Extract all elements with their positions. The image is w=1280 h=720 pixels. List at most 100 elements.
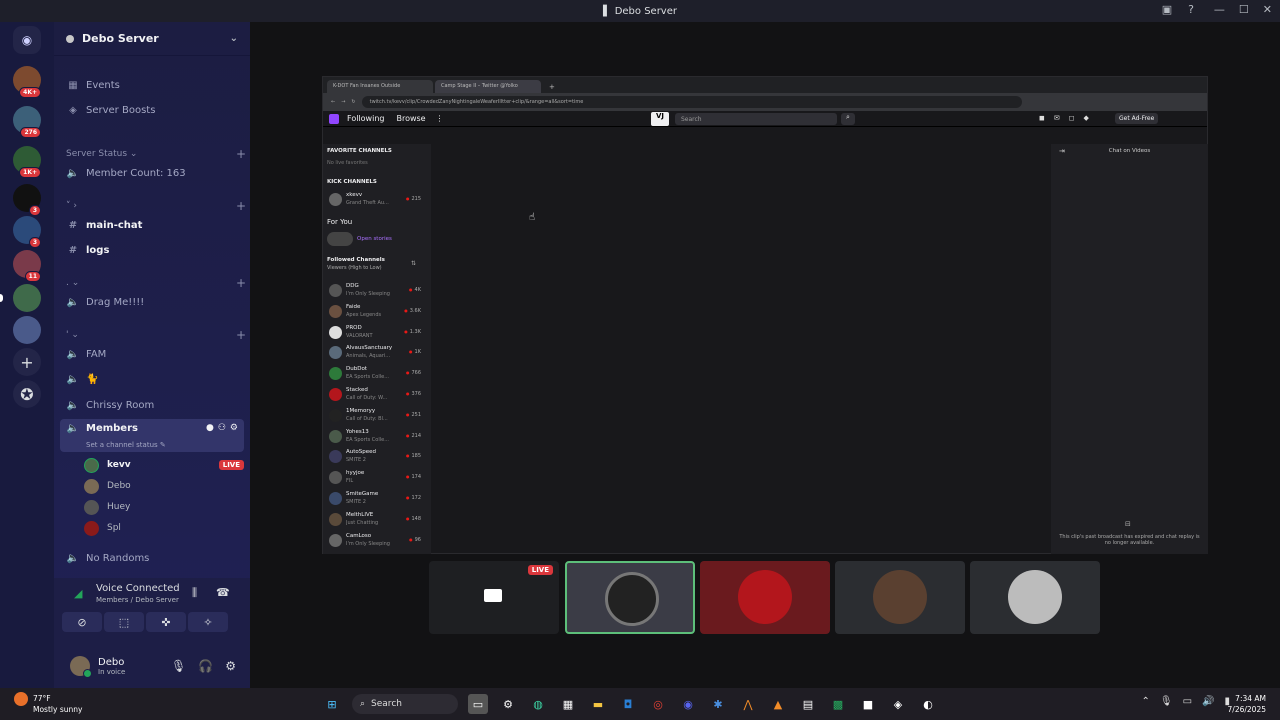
inbox-icon[interactable]: ✉ [1054,114,1060,122]
maximize-button[interactable]: ☐ [1239,3,1249,16]
server-icon-3[interactable]: 1K+ [13,146,41,178]
extension-icon[interactable]: VJ [651,112,669,126]
url-bar[interactable]: twitch.tv/kevv/clip/CrowdedZanyNightinga… [361,96,1022,108]
more-icon[interactable]: ⋮ [436,114,444,123]
followed-channel-item[interactable]: StackedCall of Duty: W...376 [327,385,425,405]
add-channel-icon[interactable]: + [236,147,246,161]
category-text[interactable]: ˅ › + [66,199,246,213]
whisper-icon[interactable]: ◻ [1069,114,1075,122]
mic-tray-icon[interactable]: 🎙 [1160,696,1173,707]
volume-icon[interactable]: 🔊 [1202,696,1214,707]
server-icon-4[interactable]: 3 [13,184,41,216]
taskbar-search[interactable]: ⌕ Search [352,694,458,714]
add-member-icon[interactable]: ⚇ [218,423,226,433]
nav-following[interactable]: Following [347,114,384,123]
server-icon-2[interactable]: 276 [13,106,41,138]
new-tab-icon[interactable]: + [543,81,561,93]
events-item[interactable]: ▦ Events [60,74,244,96]
get-ad-free-button[interactable]: Get Ad-Free [1115,113,1159,124]
soundboard-button[interactable]: ✧ [188,612,228,632]
share-screen-button[interactable]: ⬚ [104,612,144,632]
server-icon-7[interactable] [13,316,41,344]
followed-channel-item[interactable]: AutoSpeedSMITE 2185 [327,447,425,467]
followed-channel-item[interactable]: DubDotEA Sports Colle...766 [327,364,425,384]
add-server-icon[interactable]: + [13,348,41,376]
app-icon[interactable]: ▲ [768,694,788,714]
participant-tile[interactable] [835,561,965,634]
help-icon[interactable]: ? [1188,3,1194,16]
voice-member[interactable]: Huey [84,497,244,517]
category-voice-1[interactable]: . ⌄ + [66,276,246,290]
channel-cat[interactable]: 🔈 🐈 [60,368,244,390]
search-icon[interactable]: ⌕ [841,113,855,125]
add-channel-icon[interactable]: + [236,328,246,342]
soundboard-wave-icon[interactable]: ⫼ [192,586,197,600]
inbox-icon[interactable]: ▣ [1162,3,1172,16]
followed-channel-item[interactable]: Yohes13EA Sports Colle...214 [327,427,425,447]
browser-tab[interactable]: K-DOT Fan Insanes Outside [327,80,433,93]
followed-channel-item[interactable]: DDGI'm Only Sleeping4K [327,281,425,301]
followed-channel-item[interactable]: FaideApex Legends3.6K [327,302,425,322]
channel-drag-me[interactable]: 🔈 Drag Me!!!! [60,291,244,313]
server-icon-5[interactable]: 3 [13,216,41,248]
twitch-logo-icon[interactable] [329,113,339,124]
close-button[interactable]: ✕ [1263,3,1272,16]
sort-icon[interactable]: ⇅ [411,260,416,267]
followed-channel-item[interactable]: MelthLIVEJust Chatting148 [327,510,425,530]
voice-location[interactable]: Members / Debo Server [96,596,179,604]
discord-home-icon[interactable]: ◉ [13,26,41,54]
gear-icon[interactable]: ⚙ [230,423,238,433]
activities-button[interactable]: ✜ [146,612,186,632]
participant-tile[interactable] [970,561,1100,634]
category-server-status[interactable]: Server Status ⌄ + [66,147,246,161]
minimize-button[interactable]: — [1214,3,1225,16]
clock[interactable]: 7:34 AM 7/26/2025 [1228,693,1266,715]
outlook-icon[interactable]: ◘ [618,694,638,714]
category-voice-2[interactable]: ' ⌄ + [66,328,246,342]
obs-icon[interactable]: ◐ [918,694,938,714]
participant-tile-stream[interactable]: LIVE [429,561,559,634]
add-channel-icon[interactable]: + [236,199,246,213]
app-icon[interactable]: ◈ [888,694,908,714]
chevron-up-icon[interactable]: ⌃ [1141,696,1149,707]
headphones-icon[interactable]: 🎧 [198,659,213,673]
game-icon[interactable]: ■ [858,694,878,714]
participant-tile[interactable] [565,561,695,634]
followed-channel-item[interactable]: PRODVALORANT1.3K [327,323,425,343]
voice-status[interactable]: Voice Connected [96,583,180,594]
disconnect-icon[interactable]: ☎ [216,586,230,599]
reload-icon[interactable]: ↻ [351,99,355,105]
app-icon[interactable]: ▩ [828,694,848,714]
weather-widget[interactable]: 77°F Mostly sunny [33,693,82,715]
followed-channel-item[interactable]: AlvausSanctuaryAnimals, Aquari...1K [327,343,425,363]
twitch-search-input[interactable]: Search [675,113,837,125]
bluetooth-app-icon[interactable]: ✱ [708,694,728,714]
camera-off-button[interactable]: ⊘ [62,612,102,632]
display-tray-icon[interactable]: ▭ [1183,696,1192,707]
voice-member[interactable]: kevv LIVE [84,455,244,475]
channel-status[interactable]: Set a channel status ✎ [86,441,166,449]
edge-icon[interactable]: ◍ [528,694,548,714]
bits-icon[interactable]: ◆ [1084,114,1089,122]
channel-no-randoms[interactable]: 🔈 No Randoms [60,547,244,569]
app-icon[interactable]: ⋀ [738,694,758,714]
voice-member[interactable]: Spl [84,518,244,538]
back-icon[interactable]: ← [331,99,335,105]
server-icon-6[interactable]: 11 [13,250,41,282]
open-stories-link[interactable]: Open stories [357,236,392,242]
followed-channel-item[interactable]: SmiteGameSMITE 2172 [327,489,425,509]
member-count-channel[interactable]: 🔈 Member Count: 163 [60,162,244,184]
server-icon-1[interactable]: 4K+ [13,66,41,98]
stories-avatars[interactable] [327,232,353,246]
server-boosts-item[interactable]: ◈ Server Boosts [60,99,244,121]
video-editor-icon[interactable]: ▤ [798,694,818,714]
add-channel-icon[interactable]: + [236,276,246,290]
settings-gear-icon[interactable]: ⚙ [225,659,236,673]
channel-fam[interactable]: 🔈 FAM [60,343,244,365]
chrome-icon[interactable]: ◎ [648,694,668,714]
avatar[interactable] [70,656,92,678]
followed-channel-item[interactable]: hyyjoeFIL174 [327,468,425,488]
channel-chrissy-room[interactable]: 🔈 Chrissy Room [60,394,244,416]
browser-tab[interactable]: Camp Stage II – Twitter @Yolko [435,80,541,93]
voice-member[interactable]: Debo [84,476,244,496]
